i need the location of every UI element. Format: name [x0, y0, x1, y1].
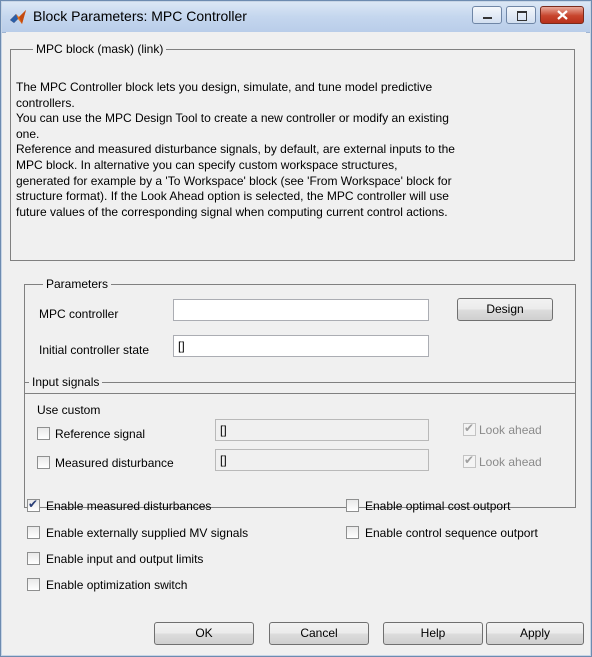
- close-icon: [557, 10, 568, 20]
- input-signals-legend: Input signals: [29, 375, 103, 389]
- enable-control-sequence-label: Enable control sequence outport: [365, 526, 538, 540]
- measured-look-ahead-label: Look ahead: [479, 455, 542, 469]
- cancel-button[interactable]: Cancel: [269, 622, 369, 645]
- input-signals-group: Input signals Use custom Reference signa…: [24, 375, 576, 508]
- ok-button[interactable]: OK: [154, 622, 254, 645]
- enable-mv-signals-label: Enable externally supplied MV signals: [46, 526, 249, 540]
- mask-legend: MPC block (mask) (link): [33, 42, 167, 56]
- reference-signal-field: []: [215, 419, 429, 441]
- title-bar[interactable]: Block Parameters: MPC Controller: [2, 2, 590, 33]
- maximize-button[interactable]: [506, 6, 536, 24]
- enable-optimization-switch-checkbox[interactable]: [27, 578, 40, 591]
- minimize-icon: [483, 17, 492, 19]
- reference-signal-label: Reference signal: [55, 427, 146, 441]
- description-line: structure format). If the Look Ahead opt…: [16, 189, 449, 204]
- measured-disturbance-checkbox[interactable]: [37, 456, 50, 469]
- maximize-icon: [517, 11, 527, 21]
- description-line: MPC block. In alternative you can specif…: [16, 157, 398, 172]
- reference-signal-checkbox[interactable]: [37, 427, 50, 440]
- description-line: The MPC Controller block lets you design…: [16, 80, 433, 94]
- enable-optimization-switch-label: Enable optimization switch: [46, 578, 188, 592]
- dialog-window: Block Parameters: MPC Controller MPC blo…: [0, 0, 592, 657]
- window-title: Block Parameters: MPC Controller: [33, 8, 247, 24]
- parameters-legend: Parameters: [43, 277, 112, 291]
- use-custom-label: Use custom: [37, 403, 101, 417]
- enable-measured-disturbances-checkbox[interactable]: [27, 497, 40, 512]
- dialog-body: MPC block (mask) (link) The MPC Controll…: [6, 32, 586, 651]
- enable-mv-signals-checkbox[interactable]: [27, 526, 40, 539]
- measured-look-ahead-checkbox: [463, 453, 476, 468]
- reference-look-ahead-label: Look ahead: [479, 423, 542, 437]
- minimize-button[interactable]: [472, 6, 502, 24]
- description-line: controllers.: [16, 95, 75, 110]
- enable-control-sequence-checkbox[interactable]: [346, 526, 359, 539]
- design-button[interactable]: Design: [457, 298, 553, 321]
- enable-optimal-cost-label: Enable optimal cost outport: [365, 499, 511, 513]
- help-button[interactable]: Help: [383, 622, 483, 645]
- mask-description: The MPC Controller block lets you design…: [16, 80, 536, 220]
- enable-limits-label: Enable input and output limits: [46, 552, 204, 566]
- mpc-controller-label: MPC controller: [39, 307, 119, 321]
- description-line: future values of the corresponding signa…: [16, 204, 448, 219]
- mask-description-group: MPC block (mask) (link) The MPC Controll…: [10, 42, 575, 261]
- description-line: Reference and measured disturbance signa…: [16, 142, 455, 157]
- description-line: generated for example by a 'To Workspace…: [16, 173, 452, 188]
- enable-measured-disturbances-label: Enable measured disturbances: [46, 499, 212, 513]
- description-line: one.: [16, 126, 40, 141]
- measured-disturbance-field: []: [215, 449, 429, 471]
- initial-state-field[interactable]: []: [173, 335, 429, 357]
- mpc-controller-field[interactable]: [173, 299, 429, 321]
- enable-limits-checkbox[interactable]: [27, 552, 40, 565]
- enable-optimal-cost-checkbox[interactable]: [346, 499, 359, 512]
- reference-look-ahead-checkbox: [463, 421, 476, 436]
- initial-state-label: Initial controller state: [39, 343, 150, 357]
- measured-disturbance-label: Measured disturbance: [55, 456, 174, 470]
- matlab-icon: [10, 10, 26, 24]
- close-window-button[interactable]: [540, 6, 584, 24]
- apply-button[interactable]: Apply: [486, 622, 584, 645]
- parameters-group: Parameters MPC controller Design Initial…: [24, 277, 576, 394]
- description-line: You can use the MPC Design Tool to creat…: [16, 111, 449, 126]
